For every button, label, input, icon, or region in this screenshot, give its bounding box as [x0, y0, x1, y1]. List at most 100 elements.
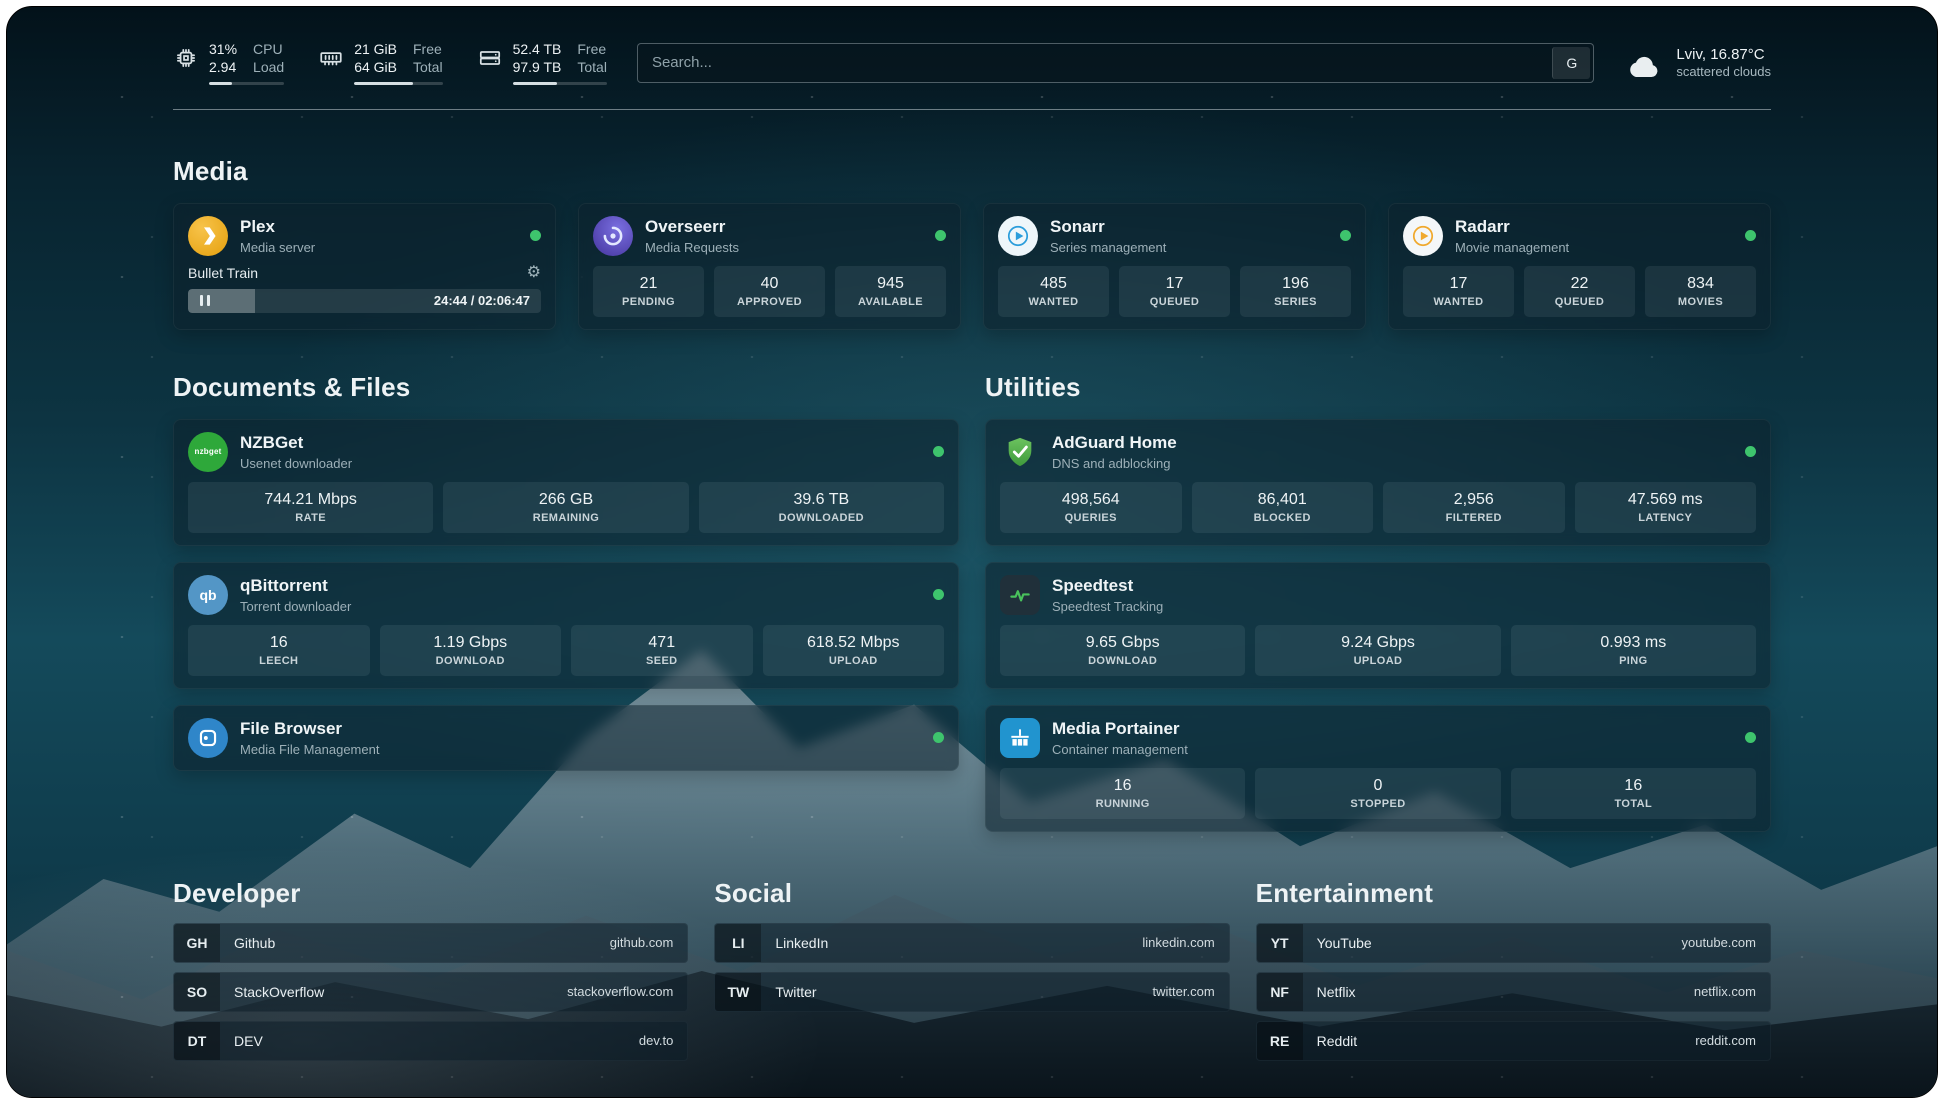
bookmark-name: Netflix: [1317, 984, 1356, 1000]
status-online-dot: [1745, 732, 1756, 743]
memory-free: 21 GiB: [354, 41, 397, 59]
card-portainer[interactable]: Media Portainer Container management 16 …: [985, 705, 1771, 832]
card-adguard[interactable]: AdGuard Home DNS and adblocking 498,564 …: [985, 419, 1771, 546]
app-subtitle: Movie management: [1455, 240, 1569, 255]
disk-total: 97.9 TB: [513, 59, 562, 77]
search-input[interactable]: [638, 54, 1552, 71]
stat-upload: 9.24 Gbps UPLOAD: [1255, 625, 1500, 676]
stat-stopped: 0 STOPPED: [1255, 768, 1500, 819]
gear-icon[interactable]: ⚙: [527, 265, 541, 281]
card-qbittorrent[interactable]: qb qBittorrent Torrent downloader 16 LEE…: [173, 562, 959, 689]
bookmark-linkedin[interactable]: LI LinkedIn linkedin.com: [714, 923, 1229, 963]
bookmark-abbr: NF: [1257, 973, 1303, 1011]
weather-location: Lviv, 16.87°C: [1676, 46, 1771, 63]
bookmark-youtube[interactable]: YT YouTube youtube.com: [1256, 923, 1771, 963]
disk-free: 52.4 TB: [513, 41, 562, 59]
app-name: qBittorrent: [240, 576, 351, 596]
cpu-usage-bar: [209, 82, 284, 85]
bookmark-github[interactable]: GH Github github.com: [173, 923, 688, 963]
stat-total: 16 TOTAL: [1511, 768, 1756, 819]
section-utilities: Utilities AdGuard Home DNS and adblockin…: [985, 372, 1771, 832]
top-bar: 31% CPU 2.94 Load 21 GiB: [173, 41, 1771, 85]
weather-condition: scattered clouds: [1676, 64, 1771, 79]
sonarr-icon: [998, 216, 1038, 256]
header-divider: [173, 109, 1771, 110]
bookmark-name: LinkedIn: [775, 935, 828, 951]
now-playing-title: Bullet Train: [188, 265, 258, 281]
bookmark-group-social: Social LI LinkedIn linkedin.com TW Twitt…: [714, 878, 1229, 1012]
bookmark-abbr: RE: [1257, 1022, 1303, 1060]
bookmark-name: YouTube: [1317, 935, 1372, 951]
app-subtitle: Torrent downloader: [240, 599, 351, 614]
status-online-dot: [1745, 230, 1756, 241]
stat-download: 9.65 Gbps DOWNLOAD: [1000, 625, 1245, 676]
card-filebrowser[interactable]: File Browser Media File Management: [173, 705, 959, 771]
filebrowser-icon: [188, 718, 228, 758]
bookmark-name: Twitter: [775, 984, 816, 1000]
card-plex[interactable]: Plex Media server Bullet Train ⚙ 24:44 /…: [173, 203, 556, 330]
bookmark-abbr: TW: [715, 973, 761, 1011]
app-name: Sonarr: [1050, 217, 1166, 237]
stat-ping: 0.993 ms PING: [1511, 625, 1756, 676]
stat-available: 945 AVAILABLE: [835, 266, 946, 317]
bookmark-abbr: DT: [174, 1022, 220, 1060]
cpu-widget: 31% CPU 2.94 Load: [173, 41, 284, 85]
bookmark-twitter[interactable]: TW Twitter twitter.com: [714, 972, 1229, 1012]
adguard-icon: [1000, 432, 1040, 472]
stat-upload: 618.52 Mbps UPLOAD: [763, 625, 945, 676]
overseerr-icon: [593, 216, 633, 256]
system-stats-group: 31% CPU 2.94 Load 21 GiB: [173, 41, 607, 85]
card-overseerr[interactable]: Overseerr Media Requests 21 PENDING 40 A…: [578, 203, 961, 330]
nzbget-icon: nzbget: [188, 432, 228, 472]
status-online-dot: [933, 732, 944, 743]
app-subtitle: Usenet downloader: [240, 456, 352, 471]
pause-button[interactable]: [198, 295, 212, 306]
stat-blocked: 86,401 BLOCKED: [1192, 482, 1374, 533]
stat-queued: 17 QUEUED: [1119, 266, 1230, 317]
app-subtitle: Media server: [240, 240, 315, 255]
cpu-icon: [173, 45, 199, 71]
stat-download: 1.19 Gbps DOWNLOAD: [380, 625, 562, 676]
bookmark-name: Github: [234, 935, 275, 951]
bookmark-url: reddit.com: [1695, 1033, 1756, 1048]
speedtest-icon: [1000, 575, 1040, 615]
card-sonarr[interactable]: Sonarr Series management 485 WANTED 17 Q…: [983, 203, 1366, 330]
disk-widget: 52.4 TB Free 97.9 TB Total: [477, 41, 607, 85]
card-speedtest[interactable]: Speedtest Speedtest Tracking 9.65 Gbps D…: [985, 562, 1771, 689]
status-online-dot: [933, 446, 944, 457]
disk-free-label: Free: [577, 41, 607, 59]
status-online-dot: [1340, 230, 1351, 241]
radarr-icon: [1403, 216, 1443, 256]
stat-wanted: 17 WANTED: [1403, 266, 1514, 317]
stat-downloaded: 39.6 TB DOWNLOADED: [699, 482, 944, 533]
card-nzbget[interactable]: nzbget NZBGet Usenet downloader 744.21 M…: [173, 419, 959, 546]
playback-progress-bar[interactable]: 24:44 / 02:06:47: [188, 289, 541, 313]
stat-rate: 744.21 Mbps RATE: [188, 482, 433, 533]
app-subtitle: Series management: [1050, 240, 1166, 255]
app-name: Radarr: [1455, 217, 1569, 237]
bookmark-reddit[interactable]: RE Reddit reddit.com: [1256, 1021, 1771, 1061]
search-bar: G: [637, 43, 1594, 83]
bookmark-abbr: YT: [1257, 924, 1303, 962]
stat-movies: 834 MOVIES: [1645, 266, 1756, 317]
disk-icon: [477, 45, 503, 71]
app-name: NZBGet: [240, 433, 352, 453]
app-subtitle: Container management: [1052, 742, 1188, 757]
memory-total-label: Total: [413, 59, 443, 77]
memory-free-label: Free: [413, 41, 443, 59]
bookmark-url: twitter.com: [1153, 984, 1215, 999]
card-radarr[interactable]: Radarr Movie management 17 WANTED 22 QUE…: [1388, 203, 1771, 330]
stat-pending: 21 PENDING: [593, 266, 704, 317]
section-title-utilities: Utilities: [985, 372, 1771, 403]
search-engine-button[interactable]: G: [1552, 47, 1590, 79]
cloud-icon: [1624, 47, 1664, 79]
bookmark-dev[interactable]: DT DEV dev.to: [173, 1021, 688, 1061]
bookmark-netflix[interactable]: NF Netflix netflix.com: [1256, 972, 1771, 1012]
status-online-dot: [1745, 446, 1756, 457]
cpu-label-top: CPU: [253, 41, 284, 59]
section-documents: Documents & Files nzbget NZBGet Usenet d…: [173, 372, 959, 771]
portainer-icon: [1000, 718, 1040, 758]
app-name: Overseerr: [645, 217, 739, 237]
bookmark-abbr: LI: [715, 924, 761, 962]
bookmark-stackoverflow[interactable]: SO StackOverflow stackoverflow.com: [173, 972, 688, 1012]
